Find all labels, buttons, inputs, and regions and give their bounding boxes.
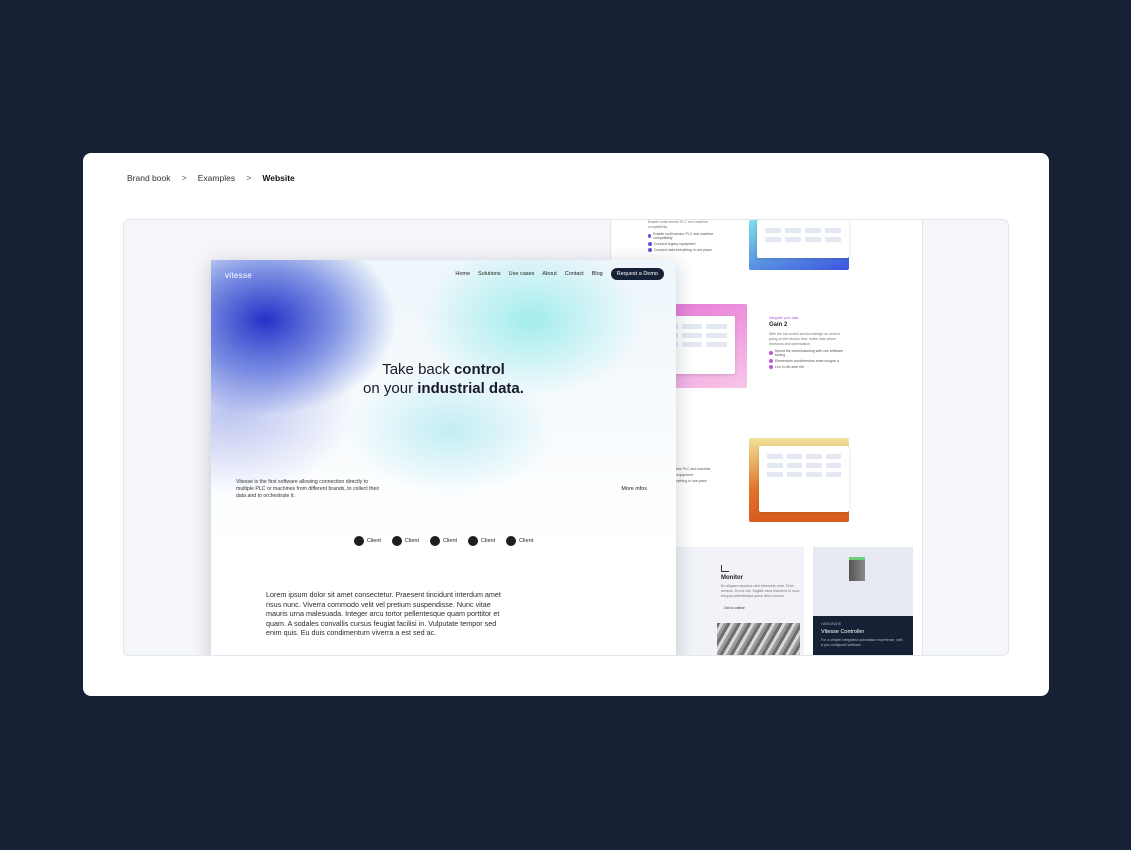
client-logo: Client [429,536,457,546]
list-item: Speed the commissioning with one softwar… [769,349,849,357]
controller-card: HARDWARE Vitesse Controller For a simple… [813,547,913,655]
controller-overline: HARDWARE [821,622,842,626]
nav-blog[interactable]: Blog [592,271,603,277]
client-circle-icon [353,536,364,546]
website-preview-stage: Enable multi-vendor PLC and machine comp… [123,219,1009,656]
more-infos-link[interactable]: More infos [621,486,647,492]
chevron-right-icon: > [246,173,252,183]
controller-device-image [849,557,865,581]
lower-feature-text: vendor PLC and machine ing equipment eve… [671,465,731,483]
bullet-icon [648,234,652,238]
nav-about[interactable]: About [542,271,556,277]
nav-contact[interactable]: Contact [565,271,584,277]
monitor-body: Eu aliquam faucibus nibh bibendum ante. … [721,584,800,598]
controller-info: HARDWARE Vitesse Controller For a simple… [813,616,913,655]
vitesse-logo[interactable]: vitesse [225,271,252,280]
breadcrumb-brand-book[interactable]: Brand book [127,173,170,183]
nav-use-cases[interactable]: Use cases [509,271,535,277]
monitor-title: Monitor [721,575,743,581]
dashboard-screenshot-blue [749,220,849,270]
client-logo: Client [391,536,419,546]
top-feature-text: Enable multi-vendor PLC and machine comp… [648,220,718,252]
nav-solutions[interactable]: Solutions [478,271,501,277]
breadcrumb: Brand book > Examples > Website [127,173,295,183]
breadcrumb-examples[interactable]: Examples [198,173,235,183]
client-circle-icon [468,536,479,546]
chevron-right-icon: > [181,173,187,183]
monitor-card: Monitor Eu aliquam faucibus nibh bibendu… [666,547,804,655]
machine-photo [717,623,800,655]
bullet-icon [769,351,773,355]
vitesse-monogram-logo: =V= [1012,672,1034,684]
brand-book-card: Brand book > Examples > Website Enable m… [83,153,1049,696]
gain-section: Integrate your data Gain 2 With the full… [769,316,849,369]
controller-title: Vitesse Controller [821,629,865,635]
request-demo-button[interactable]: Request a Demo [610,268,664,280]
intro-paragraph: Lorem ipsum dolor sit amet consectetur. … [266,590,501,638]
hero-section: vitesse Home Solutions Use cases About C… [211,260,676,550]
bullet-icon [769,359,773,363]
nav-home[interactable]: Home [455,271,470,277]
monitor-link[interactable]: Get to outline [724,606,745,610]
top-navigation: Home Solutions Use cases About Contact B… [455,268,664,280]
list-item: Connect data everything in one place [648,248,718,252]
bullet-icon [648,248,652,252]
section-title: Gain 2 [769,322,788,328]
bullet-icon [648,242,652,246]
list-item: everything in one place [671,479,707,483]
section-body: With the full control and knowledge on w… [769,332,841,346]
list-item: Enable multi-vendor PLC and machine comp… [648,232,718,240]
client-logos: Client Client Client Client Client [211,536,676,546]
controller-body: For a simpler integrated automation expe… [821,638,903,647]
client-logo: Client [468,536,495,546]
client-circle-icon [506,536,517,546]
breadcrumb-website: Website [262,173,295,183]
list-item: Connect legacy equipment [648,242,718,246]
website-homepage-mockup: vitesse Home Solutions Use cases About C… [211,260,676,655]
client-logo: Client [506,536,533,546]
section-overline: Integrate your data [769,316,799,320]
hero-description: Vitesse is the first software allowing c… [236,479,380,499]
list-item: Leo in ultr ante elit [769,365,849,369]
chart-icon [721,565,729,572]
bullet-icon [769,365,773,369]
list-item: vendor PLC and machine [671,467,711,471]
dashboard-screenshot-orange [749,438,849,522]
hero-headline: Take back control on your industrial dat… [363,361,524,397]
client-circle-icon [429,536,440,546]
top-text: Enable multi-vendor PLC and machine comp… [648,220,708,229]
client-circle-icon [391,536,402,546]
list-item: ing equipment [671,473,693,477]
list-item: Elementum condimentum amet congue a [769,359,849,363]
client-logo: Client [353,536,381,546]
